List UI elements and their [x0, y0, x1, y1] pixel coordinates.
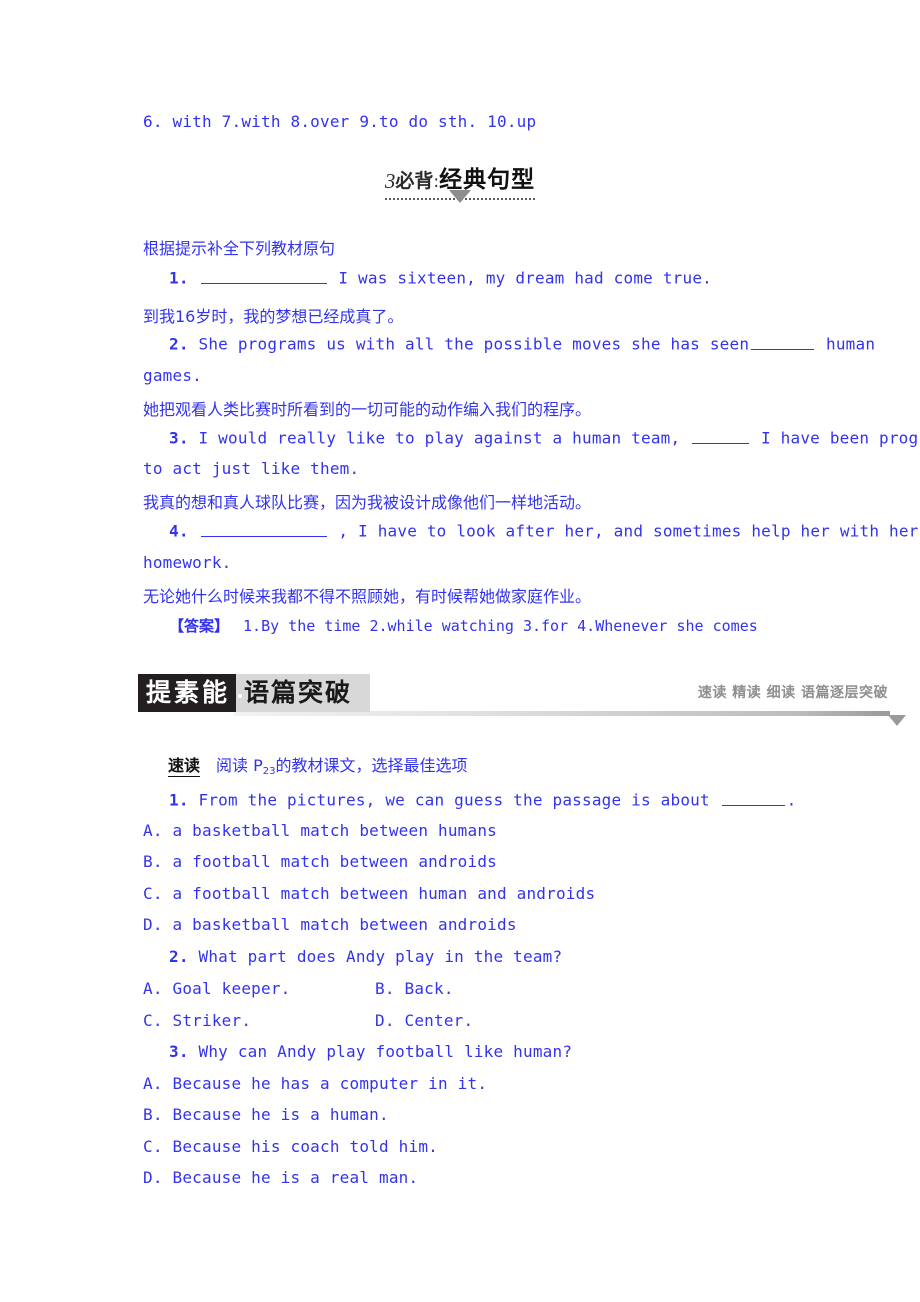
sentence-4-blank[interactable] [200, 521, 327, 537]
speedread-instruction: 阅读 P23的教材课文，选择最佳选项 [216, 756, 468, 777]
sentence-3-number: 3. [169, 428, 189, 448]
question-2-option-b[interactable]: B. Back. [375, 979, 454, 998]
question-2-options-row-2: C. Striker. D. Center. [143, 1011, 859, 1030]
question-1-option-c[interactable]: C. a football match between human and an… [143, 884, 859, 903]
question-3-number: 3. [169, 1042, 189, 1061]
triangle-down-icon [888, 715, 906, 726]
section-title-block: 3必背:经典句型 [0, 160, 920, 203]
sentence-2-chinese: 她把观看人类比赛时所看到的一切可能的动作编入我们的程序。 [143, 400, 592, 419]
answers-line: 【答案】 1.By the time 2.while watching 3.fo… [143, 615, 885, 636]
sentence-1-blank[interactable] [200, 268, 327, 284]
sentence-2-text-head: She programs us with all the possible mo… [198, 334, 750, 354]
sentence-1-chinese: 到我16岁时，我的梦想已经成真了。 [143, 307, 404, 326]
sentence-2-english-cont: games. [143, 366, 202, 385]
section-title-prefix: 必背 [395, 170, 434, 192]
sentence-1-number: 1. [169, 268, 189, 288]
sentence-3-blank[interactable] [692, 428, 750, 444]
question-3-option-d[interactable]: D. Because he is a real man. [143, 1168, 859, 1187]
question-1-option-d[interactable]: D. a basketball match between androids [143, 915, 859, 934]
previous-answers-line: 6. with 7.with 8.over 9.to do sth. 10.up [143, 112, 537, 131]
sentence-3-chinese: 我真的想和真人球队比赛，因为我被设计成像他们一样地活动。 [143, 493, 592, 512]
sentence-4-english-cont: homework. [143, 553, 232, 572]
question-1-stem-text: From the pictures, we can guess the pass… [198, 790, 710, 810]
question-2-option-d[interactable]: D. Center. [375, 1011, 473, 1030]
sentence-4-number: 4. [169, 521, 189, 541]
question-3-option-c[interactable]: C. Because his coach told him. [143, 1137, 859, 1156]
instruction-text: 根据提示补全下列教材原句 [143, 239, 336, 258]
question-2-option-c[interactable]: C. Striker. [143, 1011, 375, 1030]
question-1-stem: 1. From the pictures, we can guess the p… [143, 790, 885, 810]
speedread-tag: 速读 [168, 756, 201, 777]
question-1-option-b[interactable]: B. a football match between androids [143, 852, 859, 871]
banner-right-label: 速读 精读 细读 语篇逐层突破 [697, 685, 888, 701]
banner-main-label: 语篇突破 [244, 678, 353, 707]
sentence-3-text-tail: I have been programmed [761, 428, 920, 448]
question-3-stem-text: Why can Andy play football like human? [198, 1042, 573, 1061]
question-1-blank[interactable] [721, 790, 785, 806]
question-3-option-a[interactable]: A. Because he has a computer in it. [143, 1074, 859, 1093]
speedread-text-before: 阅读 P [216, 756, 263, 775]
question-2-number: 2. [169, 947, 189, 966]
speedread-block: 速读 阅读 P23的教材课文，选择最佳选项 [168, 752, 468, 777]
question-1-stem-after: . [786, 790, 797, 810]
sentence-1-text: I was sixteen, my dream had come true. [338, 268, 713, 288]
sentence-3-english-cont: to act just like them. [143, 459, 360, 478]
triangle-down-icon [449, 190, 471, 203]
answers-body: 1.By the time 2.while watching 3.for 4.W… [243, 617, 758, 635]
banner-black-label: 提素能 [138, 674, 237, 712]
question-3-option-b[interactable]: B. Because he is a human. [143, 1105, 859, 1124]
sentence-3-english: 3. I would really like to play against a… [143, 428, 920, 448]
question-2-options-row-1: A. Goal keeper. B. Back. [143, 979, 859, 998]
section-banner: 提素能 语篇突破 速读 精读 细读 语篇逐层突破 [138, 674, 906, 726]
sentence-2-blank[interactable] [751, 334, 815, 350]
section-title-number: 3 [384, 169, 396, 193]
answers-label: 【答案】 [169, 617, 230, 635]
banner-separator-dot-icon [238, 694, 242, 698]
document-page: 6. with 7.with 8.over 9.to do sth. 10.up… [0, 0, 920, 1302]
question-1-number: 1. [169, 790, 189, 810]
speedread-page-subscript: 23 [262, 766, 276, 777]
sentence-1-english: 1. I was sixteen, my dream had come true… [143, 268, 885, 288]
question-1-option-a[interactable]: A. a basketball match between humans [143, 821, 859, 840]
question-3-stem: 3. Why can Andy play football like human… [143, 1042, 885, 1061]
question-2-stem: 2. What part does Andy play in the team? [143, 947, 885, 966]
sentence-2-number: 2. [169, 334, 189, 354]
sentence-4-text: , I have to look after her, and sometime… [338, 521, 919, 541]
question-2-option-a[interactable]: A. Goal keeper. [143, 979, 375, 998]
sentence-4-english: 4. , I have to look after her, and somet… [143, 521, 918, 541]
sentence-4-chinese: 无论她什么时候来我都不得不照顾她，有时候帮她做家庭作业。 [143, 587, 592, 606]
question-2-stem-text: What part does Andy play in the team? [198, 947, 563, 966]
section-title: 3必背:经典句型 [384, 160, 536, 203]
speedread-text-after: 的教材课文，选择最佳选项 [275, 756, 468, 775]
sentence-2-text-tail-word: human [826, 334, 876, 354]
sentence-3-text-head: I would really like to play against a hu… [198, 428, 681, 448]
sentence-2-english: 2. She programs us with all the possible… [143, 334, 885, 354]
